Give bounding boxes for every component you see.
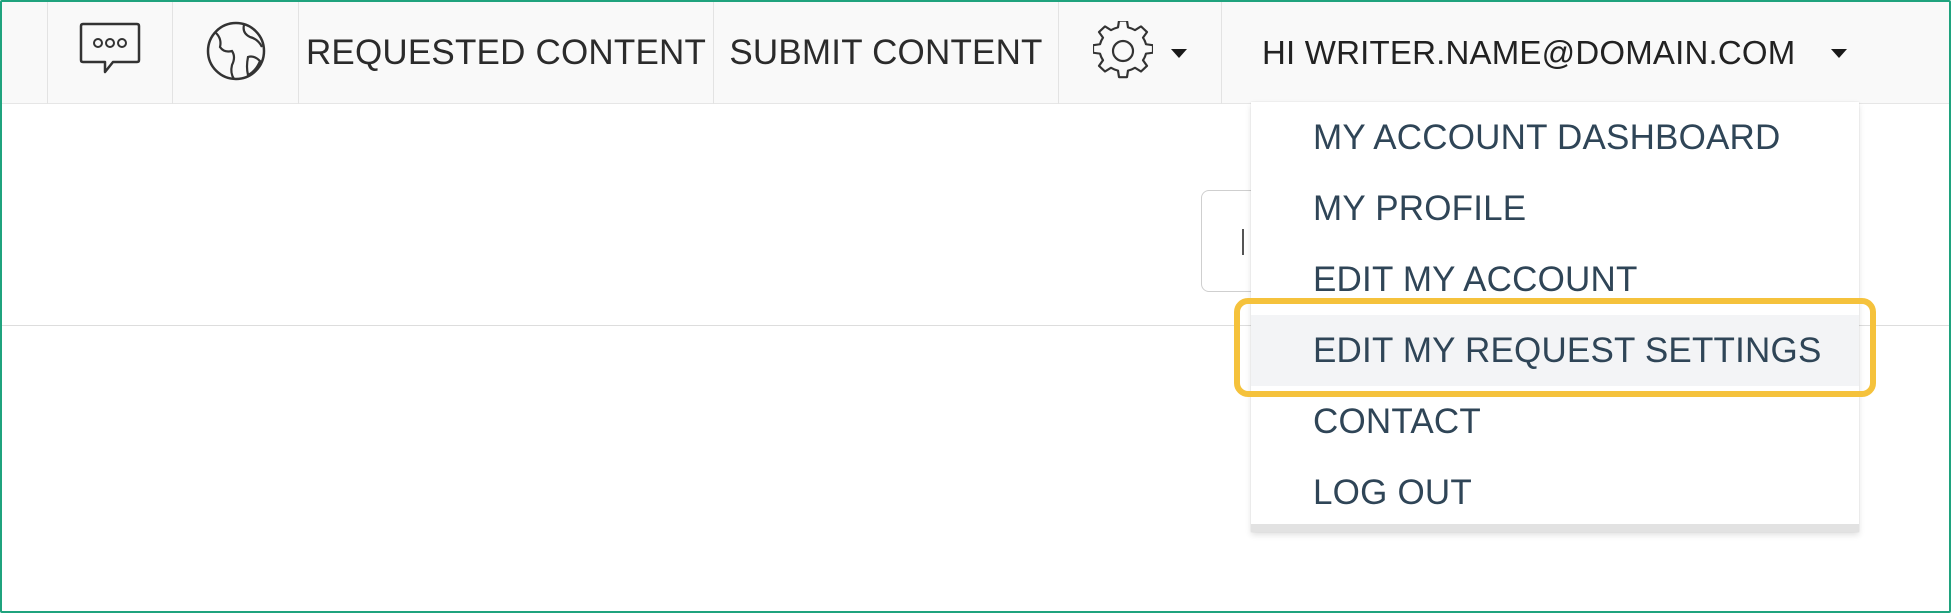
user-greeting: HI WRITER.NAME@DOMAIN.COM	[1262, 34, 1796, 71]
settings-dropdown-button[interactable]	[1058, 2, 1221, 104]
menu-item-label: MY ACCOUNT DASHBOARD	[1313, 117, 1781, 157]
chevron-down-icon	[1831, 48, 1848, 58]
menu-item-edit-request-settings[interactable]: EDIT MY REQUEST SETTINGS	[1251, 315, 1859, 386]
language-button[interactable]	[172, 2, 298, 104]
app-frame: REQUESTED CONTENT SUBMIT CONTENT HI WRIT…	[0, 0, 1951, 613]
chevron-down-icon	[1171, 48, 1187, 58]
messages-button[interactable]	[47, 2, 172, 104]
menu-item-contact[interactable]: CONTACT	[1251, 386, 1859, 457]
menu-item-log-out[interactable]: LOG OUT	[1251, 457, 1859, 528]
nav-submit-content[interactable]: SUBMIT CONTENT	[713, 2, 1058, 104]
menu-item-account-dashboard[interactable]: MY ACCOUNT DASHBOARD	[1251, 102, 1859, 173]
menu-item-edit-account[interactable]: EDIT MY ACCOUNT	[1251, 244, 1859, 315]
top-navbar: REQUESTED CONTENT SUBMIT CONTENT HI WRIT…	[2, 2, 1949, 104]
speech-bubble-icon	[77, 20, 143, 87]
submit-content-label: SUBMIT CONTENT	[729, 33, 1043, 72]
user-dropdown-menu: MY ACCOUNT DASHBOARD MY PROFILE EDIT MY …	[1251, 102, 1859, 532]
globe-icon	[204, 19, 268, 88]
text-cursor	[1242, 229, 1244, 255]
menu-item-label: CONTACT	[1313, 401, 1481, 441]
menu-item-label: EDIT MY REQUEST SETTINGS	[1313, 330, 1822, 370]
menu-item-label: MY PROFILE	[1313, 188, 1527, 228]
menu-item-label: EDIT MY ACCOUNT	[1313, 259, 1638, 299]
gear-icon	[1091, 19, 1155, 86]
user-menu-button[interactable]: HI WRITER.NAME@DOMAIN.COM	[1221, 2, 1881, 104]
menu-item-my-profile[interactable]: MY PROFILE	[1251, 173, 1859, 244]
menu-item-label: LOG OUT	[1313, 472, 1472, 512]
nav-requested-content[interactable]: REQUESTED CONTENT	[298, 2, 713, 104]
requested-content-label: REQUESTED CONTENT	[305, 33, 707, 72]
